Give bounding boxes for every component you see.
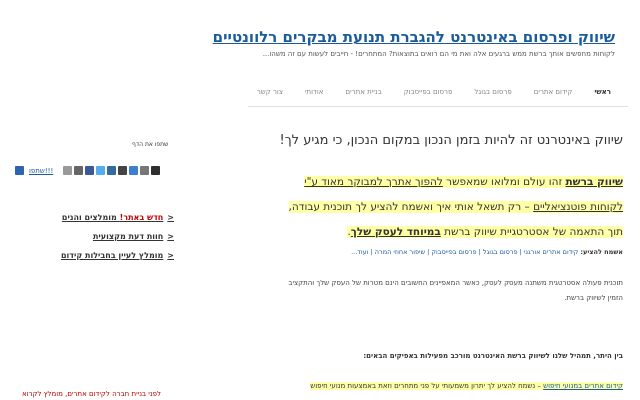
google-plus-icon[interactable] <box>140 166 150 175</box>
main-nav: ראשי קידום אתרים פרסום בגוגל פרסום בפייס… <box>250 82 622 102</box>
page: שיווק ופרסום באינטרנט להגברת תנועת מבקרי… <box>0 0 640 400</box>
tags-line: אשמח להציע: קידום אתרים אורגני | פרסום ב… <box>278 248 623 256</box>
sidebar-link-packages-label: מומלץ לעיין בחבילות קידום <box>60 251 164 260</box>
arrow-left-icon: < <box>167 213 174 222</box>
sidebar-link-new-rest: מומלצים והנים <box>61 213 120 222</box>
share-label[interactable]: שתפו!!! <box>29 167 53 175</box>
share-title: שתפו את הדף <box>132 141 169 148</box>
misc-share-icon[interactable] <box>151 166 161 175</box>
sidebar-link-new[interactable]: < חדש באתר! מומלצים והנים <box>61 208 174 227</box>
site-title-link[interactable]: שיווק ופרסום באינטרנט להגברת תנועת מבקרי… <box>213 28 615 46</box>
print-icon[interactable] <box>63 166 73 175</box>
share-buttons-row: שתפו!!! <box>15 166 161 175</box>
intro-underline2: במיוחד לעסק שלך <box>350 226 441 238</box>
sidebar-link-opinion-label: חוות דעת מקצועית <box>92 232 164 241</box>
twitter-icon[interactable] <box>96 166 106 175</box>
sidebar-link-opinion[interactable]: < חוות דעת מקצועית <box>61 227 174 246</box>
seo-link[interactable]: קידום אתרים במנועי חיפוש <box>543 382 623 390</box>
paragraph-seo: קידום אתרים במנועי חיפוש – נשמח להציע לך… <box>278 382 623 390</box>
digg-icon[interactable] <box>107 166 117 175</box>
sidebar-link-new-red: חדש באתר! <box>119 213 164 222</box>
arrow-left-icon: < <box>167 251 174 260</box>
paragraph-strategy: תוכנית פעולה אסטרטגית משתנה מעסק לעסק, כ… <box>288 279 623 302</box>
nav-item-facebook-ads[interactable]: פרסום בפייסבוק <box>393 88 464 96</box>
intro-part1: זהו עולם ומלואו שמאפשר <box>442 176 566 188</box>
nav-item-about[interactable]: אודותי <box>294 88 334 96</box>
nav-item-google-ads[interactable]: פרסום בגוגל <box>463 88 522 96</box>
intro-paragraph: שיווק ברשת זהו עולם ומלואו שמאפשר להפוך … <box>288 176 623 238</box>
tags-links[interactable]: קידום אתרים אורגני | פרסום בגוגל | פרסום… <box>351 248 578 256</box>
nav-item-web-design[interactable]: בניית אתרים <box>334 88 392 96</box>
plus-icon[interactable] <box>15 166 24 175</box>
email-icon[interactable] <box>74 166 84 175</box>
site-tagline: לקוחות מחפשים אותך ברשת ממש ברגעים אלה ו… <box>262 50 615 58</box>
seo-text: – נשמח להציע לך יתרון משמעותי על פני מתח… <box>310 382 544 390</box>
sidebar-bottom-note[interactable]: לפני בניית חברה לקידום אתרים, מומלץ לקרו… <box>22 390 161 398</box>
delicious-icon[interactable] <box>118 166 128 175</box>
paragraph-channels: בין היתר, תמהיל שלנו לשיווק ברשת האינטרנ… <box>363 352 623 360</box>
page-headline: שיווק באינטרנט זה להיות בזמן הנכון במקום… <box>279 133 623 148</box>
tags-label: אשמח להציע: <box>580 248 623 256</box>
facebook-icon[interactable] <box>85 166 95 175</box>
linkedin-icon[interactable] <box>129 166 139 175</box>
nav-item-seo[interactable]: קידום אתרים <box>523 88 584 96</box>
sidebar-links: < חדש באתר! מומלצים והנים < חוות דעת מקצ… <box>61 208 174 265</box>
arrow-left-icon: < <box>167 232 174 241</box>
intro-lead[interactable]: שיווק ברשת <box>565 176 623 188</box>
nav-item-contact[interactable]: צור קשר <box>246 88 294 96</box>
sidebar-link-packages[interactable]: < מומלץ לעיין בחבילות קידום <box>61 246 174 265</box>
nav-divider <box>248 106 628 107</box>
nav-item-home[interactable]: ראשי <box>583 88 622 96</box>
